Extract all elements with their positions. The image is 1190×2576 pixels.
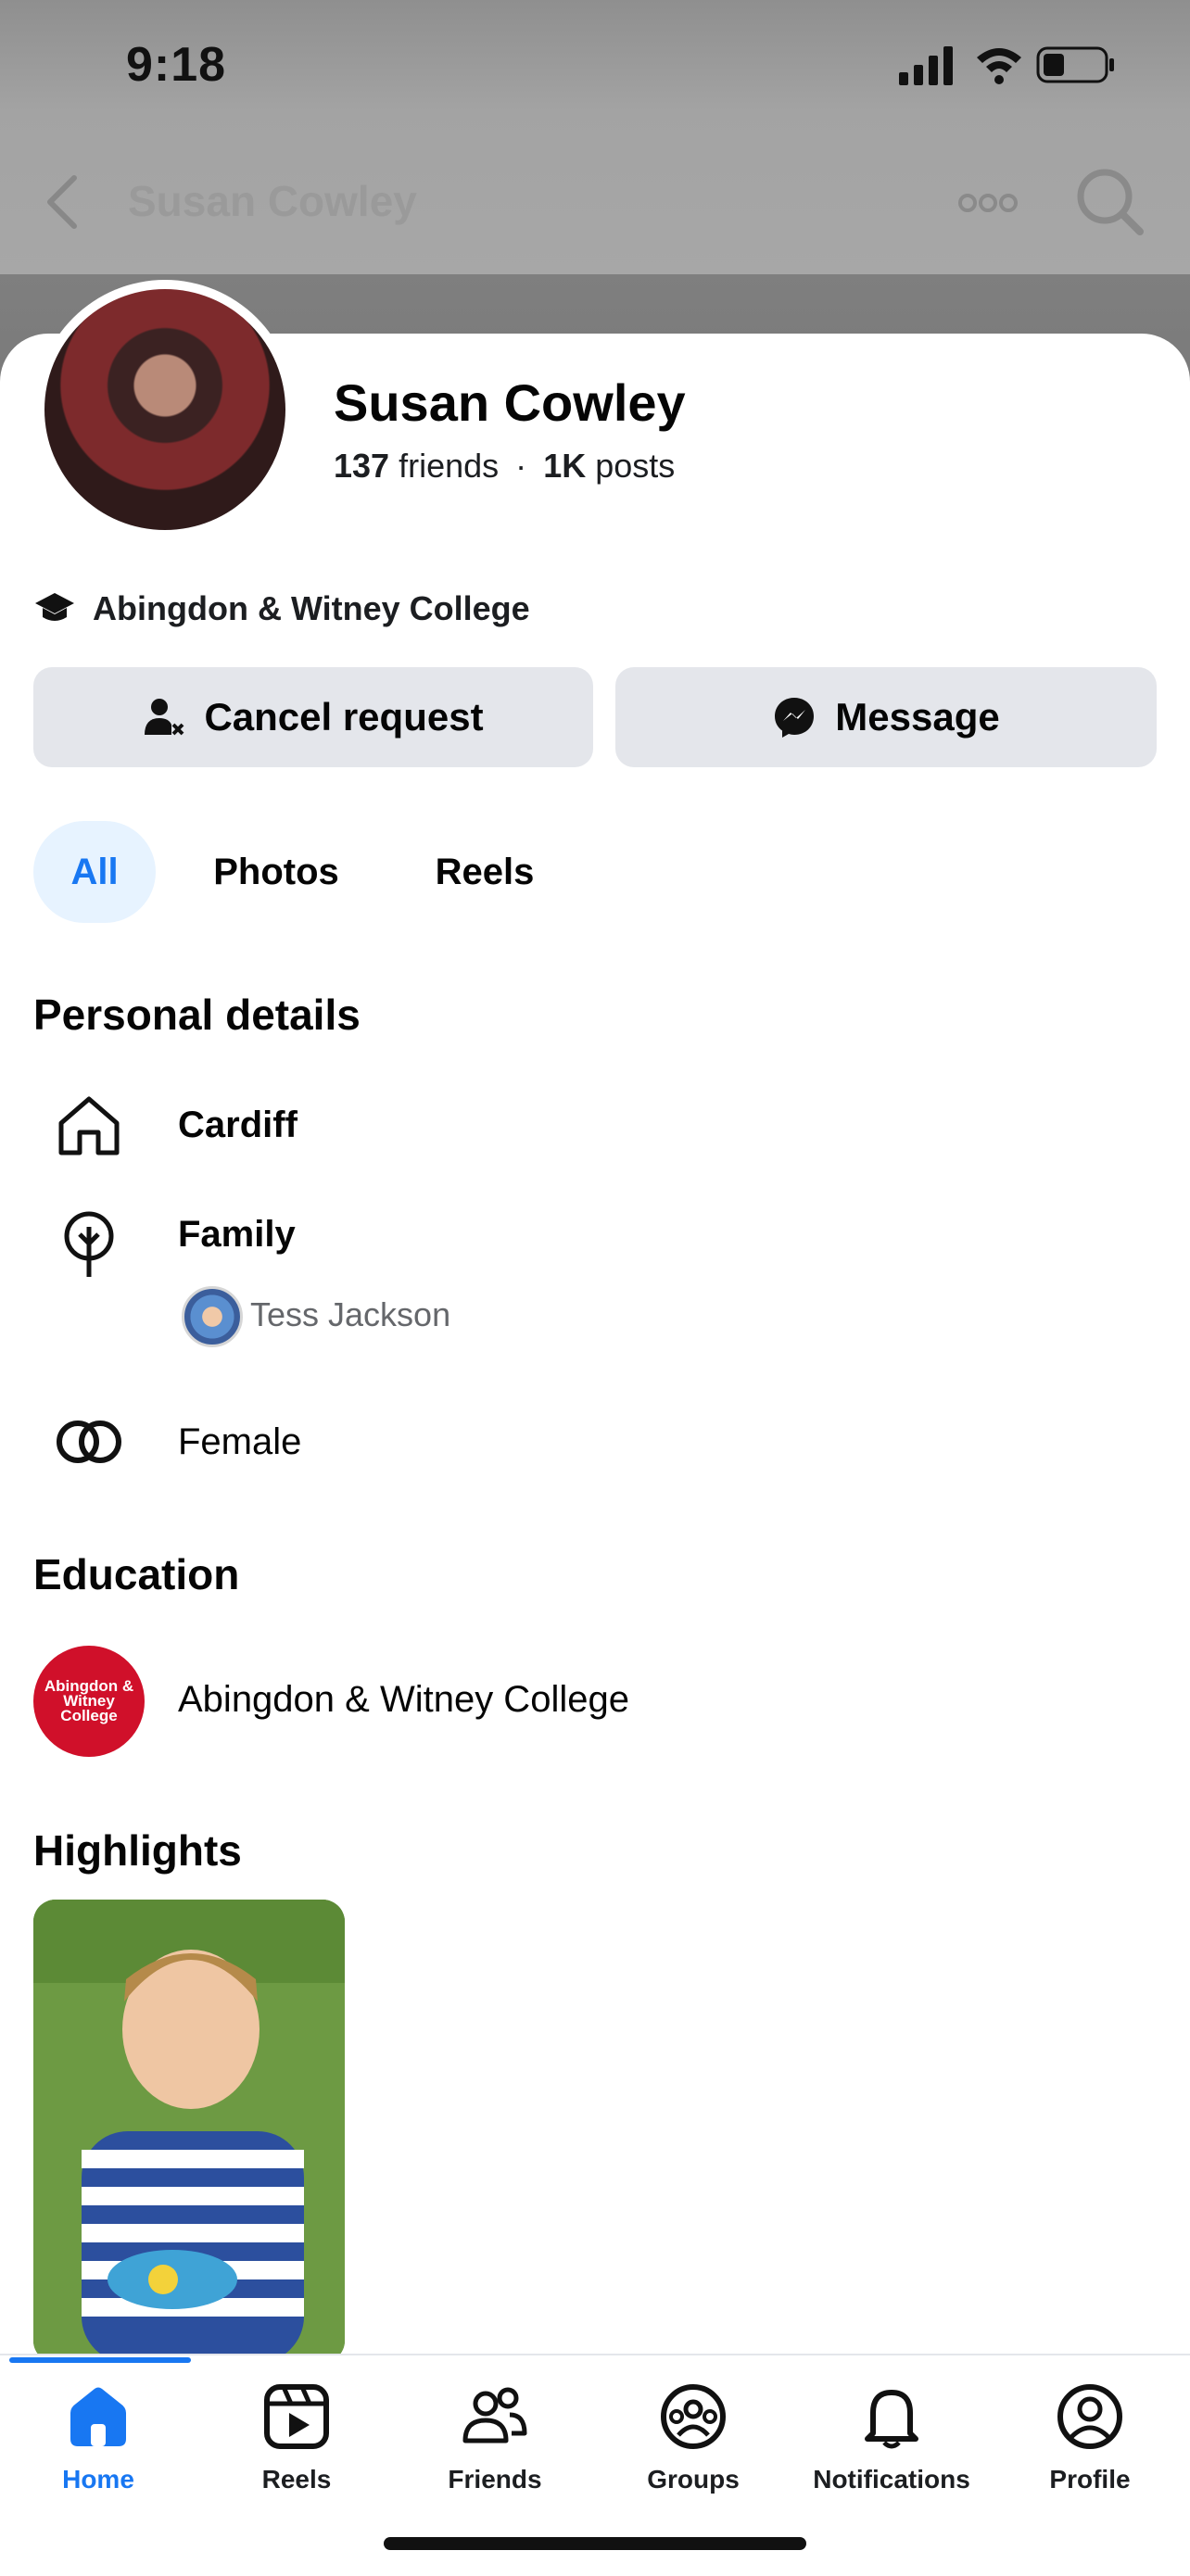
groups-tab-icon	[661, 2384, 726, 2449]
message-label: Message	[835, 695, 1000, 739]
graduation-cap-icon	[35, 593, 74, 621]
tab-reels-label: Reels	[261, 2465, 332, 2494]
home-indicator	[384, 2537, 806, 2550]
filter-all[interactable]: All	[33, 821, 156, 923]
signal-icon	[899, 46, 953, 85]
tab-profile-label: Profile	[1049, 2465, 1131, 2494]
personal-details-heading: Personal details	[33, 991, 361, 1039]
education-line-text: Abingdon & Witney College	[93, 589, 530, 627]
person-cancel-icon	[145, 699, 184, 736]
home-icon	[58, 1096, 120, 1155]
friends-count: 137	[334, 447, 390, 485]
family-tree-icon	[64, 1211, 114, 1277]
reels-tab-icon	[264, 2384, 329, 2449]
cancel-request-button[interactable]: Cancel request	[33, 667, 593, 767]
posts-count: 1K	[543, 447, 587, 485]
profile-avatar[interactable]	[35, 280, 295, 539]
home-tab-icon	[70, 2387, 126, 2446]
filter-reels[interactable]: Reels	[399, 821, 571, 923]
messenger-icon	[775, 698, 815, 738]
profile-stats: 137 friends · 1K posts	[334, 447, 675, 486]
highlight-card[interactable]	[33, 1900, 345, 2363]
family-member-avatar[interactable]	[182, 1286, 243, 1347]
filter-photos[interactable]: Photos	[185, 821, 367, 923]
city-text: Cardiff	[178, 1105, 298, 1145]
education-heading: Education	[33, 1550, 240, 1598]
active-tab-indicator	[9, 2357, 191, 2363]
wifi-icon	[977, 48, 1021, 84]
profile-education-line: Abingdon & Witney College	[33, 589, 530, 628]
tab-groups-label: Groups	[647, 2465, 740, 2494]
message-button[interactable]: Message	[615, 667, 1157, 767]
family-member-name[interactable]: Tess Jackson	[250, 1295, 450, 1334]
nav-title: Susan Cowley	[128, 177, 417, 225]
tab-notifications-label: Notifications	[813, 2465, 970, 2494]
tab-friends[interactable]: Friends	[411, 2381, 578, 2494]
friends-tab-icon	[462, 2387, 527, 2443]
education-school[interactable]: Abingdon & Witney College	[178, 1679, 629, 1721]
gender-icon	[57, 1421, 121, 1463]
tab-profile[interactable]: Profile	[1006, 2381, 1173, 2494]
college-logo[interactable]: Abingdon & Witney College	[33, 1646, 145, 1757]
gender-text: Female	[178, 1421, 302, 1462]
friends-label: friends	[399, 447, 500, 485]
tab-home[interactable]: Home	[15, 2381, 182, 2494]
family-label: Family	[178, 1214, 296, 1255]
tab-friends-label: Friends	[448, 2465, 542, 2494]
highlights-heading: Highlights	[33, 1826, 242, 1875]
tab-groups[interactable]: Groups	[610, 2381, 777, 2494]
cancel-request-label: Cancel request	[204, 695, 484, 739]
tab-home-label: Home	[62, 2465, 134, 2494]
back-icon[interactable]	[43, 172, 80, 232]
bell-icon	[865, 2390, 918, 2449]
search-icon[interactable]	[1075, 167, 1146, 237]
more-options-icon[interactable]	[958, 189, 1018, 217]
tab-reels[interactable]: Reels	[213, 2381, 380, 2494]
profile-name: Susan Cowley	[334, 373, 686, 432]
stats-separator: ·	[515, 447, 527, 485]
profile-tab-icon	[1057, 2384, 1122, 2449]
highlight-photo	[33, 1900, 345, 2363]
tab-notifications[interactable]: Notifications	[808, 2381, 975, 2494]
status-time: 9:18	[126, 38, 227, 92]
battery-icon	[1036, 46, 1114, 83]
posts-label: posts	[595, 447, 676, 485]
